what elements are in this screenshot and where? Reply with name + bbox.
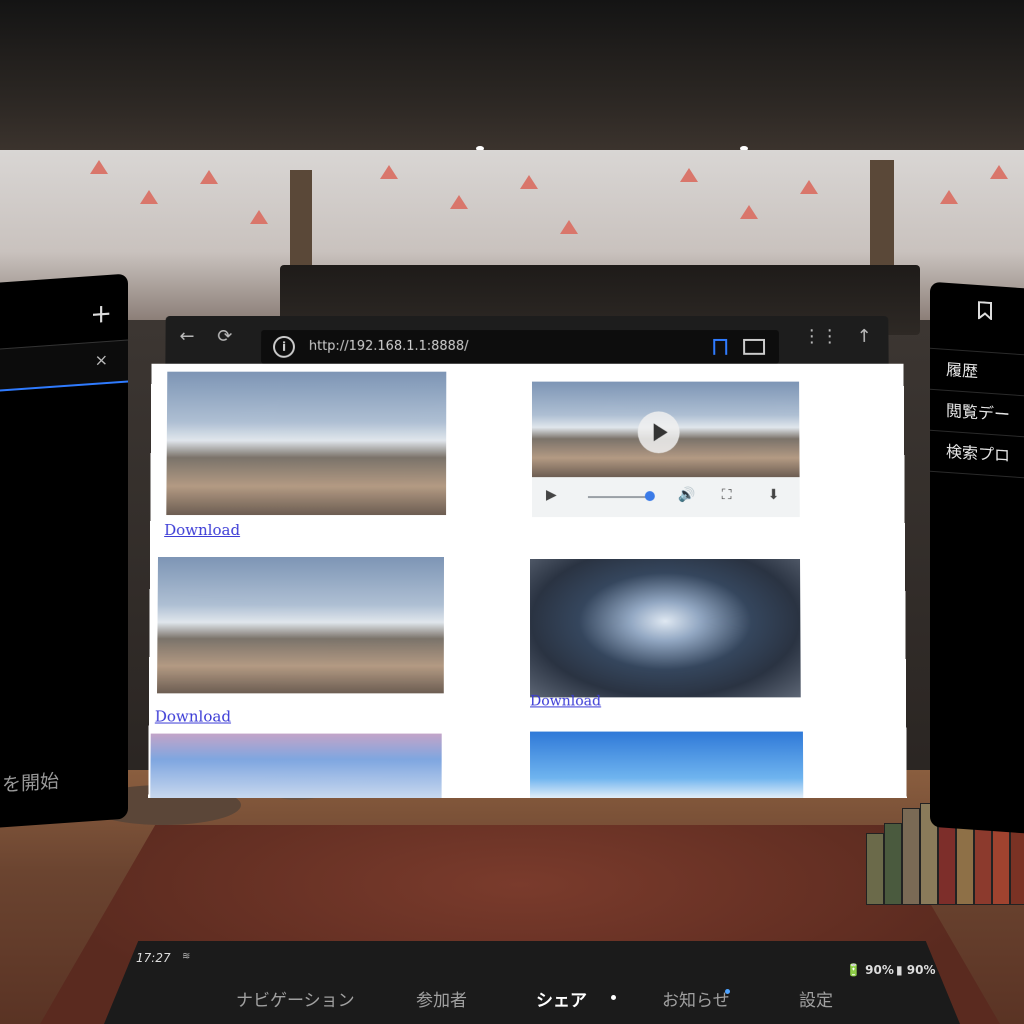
play-icon[interactable]: ▶ — [546, 487, 557, 503]
blossom — [990, 165, 1008, 179]
dock-bar: 17:27 ≋ 🔋 90% ▮ 90% ナビゲーション 参加者 シェア お知らせ… — [104, 941, 960, 1024]
nav-navigation[interactable]: ナビゲーション — [236, 986, 355, 1011]
video-player[interactable]: ▶ 🔊 ⛶ ⬇ — [531, 381, 800, 518]
blossom — [520, 175, 538, 189]
blossom — [740, 205, 758, 219]
panorama-image[interactable] — [157, 556, 444, 694]
blossom — [250, 210, 268, 224]
panorama-image[interactable] — [166, 371, 447, 516]
blossom — [200, 170, 218, 184]
wifi-icon: ≋ — [182, 951, 191, 962]
headset-battery-level: 90% — [906, 963, 936, 977]
reload-icon[interactable]: ⟳ — [217, 326, 232, 347]
play-icon[interactable] — [637, 411, 680, 454]
blossom — [940, 190, 958, 204]
video-controls: ▶ 🔊 ⛶ ⬇ — [531, 477, 800, 518]
nav-participants[interactable]: 参加者 — [416, 986, 467, 1011]
arrow-left-icon[interactable]: ← — [179, 326, 194, 347]
controller-battery-level: 90% — [865, 963, 894, 977]
active-indicator — [611, 995, 616, 1000]
blossom — [680, 168, 698, 182]
download-icon[interactable]: ⬇ — [768, 487, 780, 503]
nav-share[interactable]: シェア — [536, 986, 587, 1011]
blossom — [450, 195, 468, 209]
close-tab-button[interactable]: × — [95, 350, 108, 370]
browser-tab[interactable]: × — [0, 339, 128, 392]
panorama-thumbnail — [530, 558, 801, 698]
menu-item-history[interactable]: 履歴 — [930, 347, 1024, 396]
book — [866, 833, 884, 905]
book — [902, 808, 920, 905]
page-content: Download ▶ 🔊 ⛶ ⬇ Download Download — [148, 363, 907, 799]
browser-window: ← ⟳ i http://192.168.1.1:8888/ ⋮⋮ ↑ Down… — [148, 316, 907, 799]
blossom — [800, 180, 818, 194]
nav-notifications[interactable]: お知らせ — [662, 986, 730, 1011]
arrow-up-icon[interactable]: ↑ — [857, 326, 872, 347]
panorama-thumbnail — [530, 731, 804, 799]
voice-icon[interactable]: ⋮⋮ — [803, 326, 839, 347]
blossom — [140, 190, 158, 204]
right-panel: 履歴 閲覧デー 検索プロ — [930, 281, 1024, 834]
menu-item-search-provider[interactable]: 検索プロ — [930, 429, 1024, 479]
browser-toolbar: ← ⟳ i http://192.168.1.1:8888/ ⋮⋮ ↑ — [165, 316, 889, 371]
book — [884, 823, 902, 905]
menu-item-browsing-data[interactable]: 閲覧デー — [930, 388, 1024, 437]
bookmark-icon[interactable] — [713, 338, 728, 355]
blossom — [560, 220, 578, 234]
headset-battery: ▮ 90% — [896, 963, 936, 977]
book — [1010, 825, 1024, 905]
nav-settings[interactable]: 設定 — [799, 986, 833, 1011]
screen-icon[interactable] — [743, 338, 766, 355]
clock: 17:27 — [136, 951, 171, 965]
seek-handle[interactable] — [644, 491, 655, 502]
download-link[interactable]: Download — [155, 707, 231, 725]
controller-battery: 🔋 90% — [846, 963, 894, 977]
panorama-image[interactable] — [530, 731, 804, 799]
start-label[interactable]: を開始 — [2, 766, 59, 797]
vr-ceiling — [0, 0, 1024, 150]
browser-menu: 履歴 閲覧デー 検索プロ — [930, 347, 1024, 479]
new-tab-button[interactable]: + — [90, 299, 112, 331]
blossom — [380, 165, 398, 179]
download-link[interactable]: Download — [530, 693, 601, 709]
download-link[interactable]: Download — [164, 521, 240, 539]
info-icon[interactable]: i — [272, 335, 295, 358]
notification-badge — [725, 989, 730, 994]
blossom — [90, 160, 108, 174]
url-bar[interactable]: i http://192.168.1.1:8888/ — [260, 330, 780, 364]
panorama-thumbnail — [166, 371, 447, 516]
left-panel: + × を開始 — [0, 273, 128, 828]
panorama-thumbnail — [157, 556, 444, 694]
seek-bar[interactable] — [587, 496, 650, 499]
panorama-image[interactable] — [530, 558, 801, 698]
fullscreen-icon[interactable]: ⛶ — [722, 487, 732, 503]
panorama-thumbnail — [150, 733, 442, 799]
book — [992, 821, 1010, 905]
panorama-image[interactable] — [150, 733, 442, 799]
volume-icon[interactable]: 🔊 — [678, 487, 695, 503]
bookmark-icon[interactable] — [978, 301, 992, 321]
url-text[interactable]: http://192.168.1.1:8888/ — [309, 339, 469, 354]
